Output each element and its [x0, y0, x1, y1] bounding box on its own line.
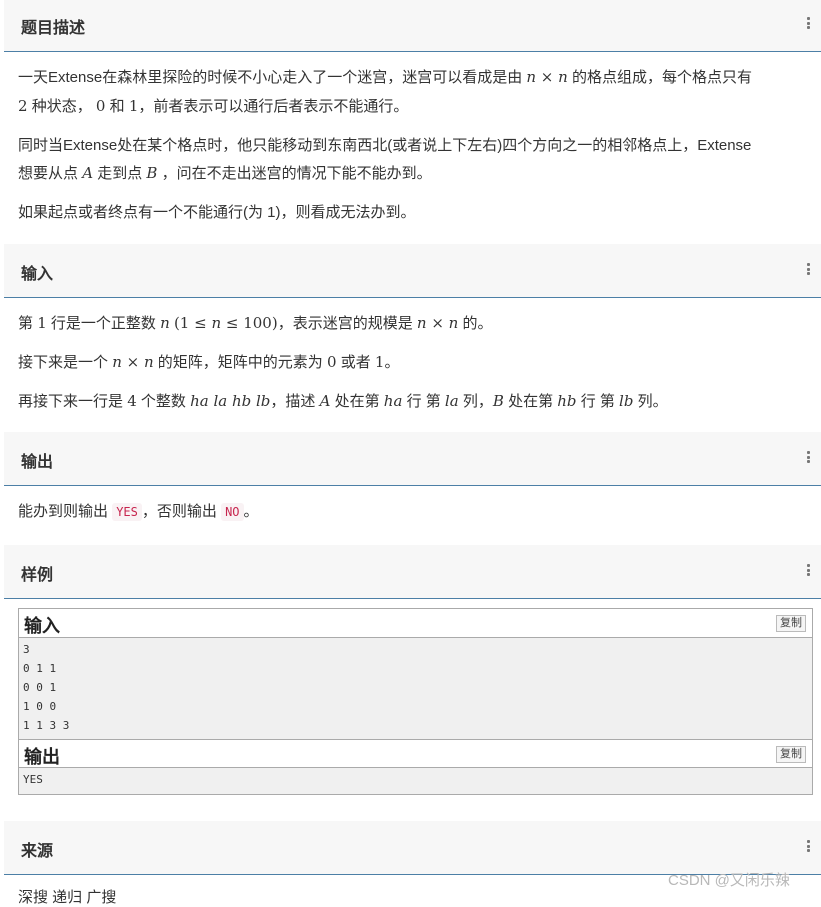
section-header-source: 来源 [4, 821, 821, 875]
sample-input-label: 输入 [24, 616, 60, 636]
section-title-output: 输出 [21, 454, 54, 471]
input-paragraph: 第 1 行是一个正整数 n (1 ≤ n ≤ 100)，表示迷宫的规模是 n ×… [18, 314, 493, 332]
sample-output-content: YES [19, 768, 812, 794]
input-paragraph: 接下来是一个 n × n 的矩阵，矩阵中的元素为 0 或者 1。 [18, 353, 400, 371]
section-header-output: 输出 [4, 432, 821, 486]
section-title-description: 题目描述 [21, 20, 86, 37]
more-options-icon[interactable] [807, 451, 810, 463]
description-paragraph: 2 种状态， 0 和 1，前者表示可以通行后者表示不能通行。 [18, 97, 409, 115]
copy-output-button[interactable]: 复制 [776, 746, 806, 763]
input-paragraph: 再接下来一行是 4 个整数 ha la hb lb，描述 A 处在第 ha 行 … [18, 392, 668, 410]
section-title-sample: 样例 [21, 567, 54, 584]
sample-input-line: 0 1 1 [23, 662, 57, 675]
sample-box: 输入 复制 3 0 1 1 0 0 1 1 0 0 1 1 3 3 输出 复制 … [18, 608, 813, 795]
description-paragraph: 想要从点 A 走到点 B ，问在不走出迷宫的情况下能不能办到。 [18, 164, 432, 182]
sample-input-line: 0 0 1 [23, 681, 57, 694]
output-paragraph: 能办到则输出 YES ，否则输出 NO。 [18, 503, 259, 521]
more-options-icon[interactable] [807, 564, 810, 576]
description-paragraph: 一天Extense在森林里探险的时候不小心走入了一个迷宫，迷宫可以看成是由 n … [18, 68, 752, 86]
sample-input-line: 1 0 0 [23, 700, 57, 713]
sample-input-content: 3 0 1 1 0 0 1 1 0 0 1 1 3 3 [19, 638, 812, 739]
section-title-input: 输入 [21, 266, 54, 283]
more-options-icon[interactable] [807, 263, 810, 275]
section-header-description: 题目描述 [4, 0, 821, 52]
more-options-icon[interactable] [807, 17, 810, 29]
section-header-sample: 样例 [4, 545, 821, 599]
watermark: CSDN @又闲乐辣 [668, 872, 790, 889]
inline-code-yes: YES [112, 503, 142, 521]
section-title-source: 来源 [21, 843, 54, 860]
sample-input-header: 输入 复制 [19, 609, 812, 638]
description-paragraph: 如果起点或者终点有一个不能通行(为 1)，则看成无法办到。 [18, 204, 416, 221]
sample-input-line: 3 [23, 643, 30, 656]
sample-input-line: 1 1 3 3 [23, 719, 70, 732]
inline-code-no: NO [221, 503, 244, 521]
more-options-icon[interactable] [807, 840, 810, 852]
section-header-input: 输入 [4, 244, 821, 298]
sample-output-line: YES [23, 773, 43, 786]
sample-output-header: 输出 复制 [19, 739, 812, 768]
sample-output-label: 输出 [24, 747, 60, 767]
copy-input-button[interactable]: 复制 [776, 615, 806, 632]
description-paragraph: 同时当Extense处在某个格点时，他只能移动到东南西北(或者说上下左右)四个方… [18, 137, 752, 154]
